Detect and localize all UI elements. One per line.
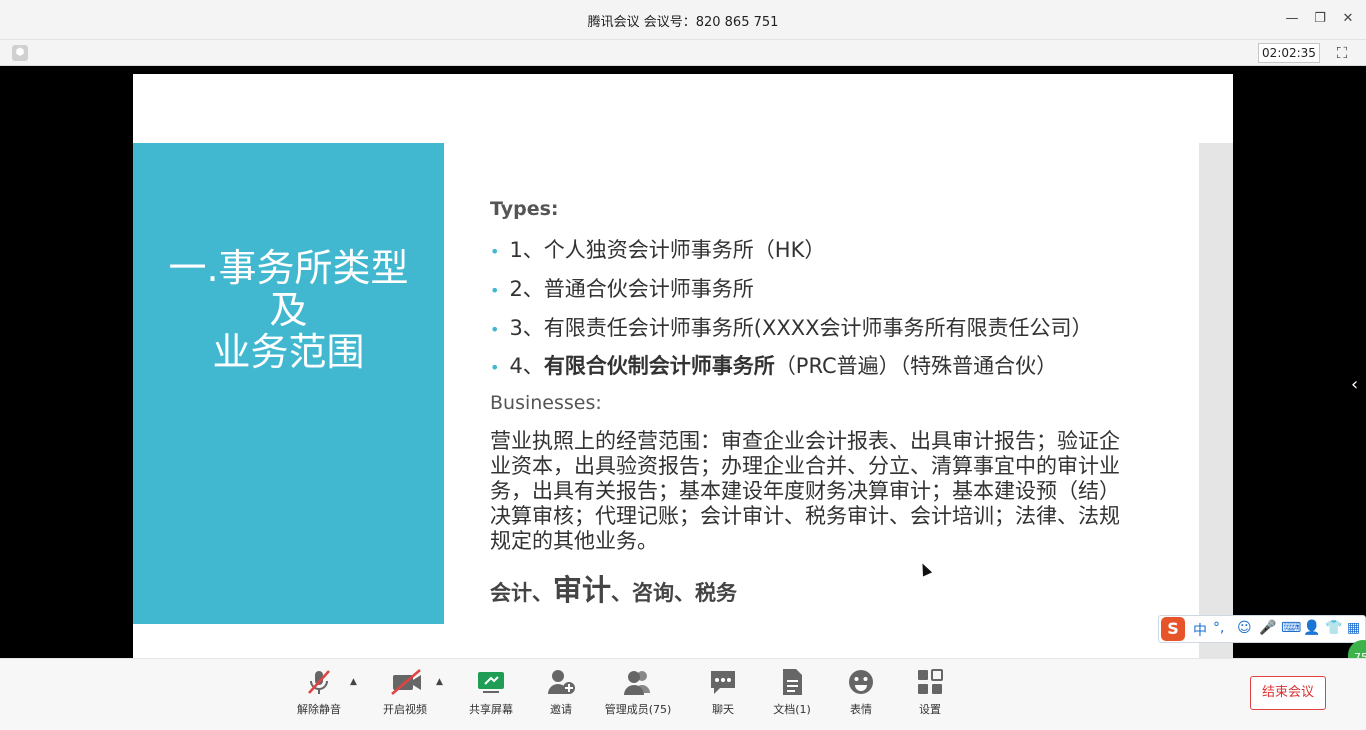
ime-grid-icon[interactable]: ▦ [1347, 620, 1360, 636]
documents-button[interactable]: 文档(1) [752, 667, 832, 717]
meeting-toolbar: 解除静音 ▲ 开启视频 ▲ 共享屏幕 邀请 管理成员(75) 聊天 文档(1) … [0, 658, 1366, 730]
side-title-line3: 业务范围 [212, 330, 365, 374]
mute-options-chevron-icon[interactable]: ▲ [350, 677, 360, 687]
shield-icon[interactable]: ⬢ [12, 45, 28, 61]
video-options-chevron-icon[interactable]: ▲ [436, 677, 446, 687]
add-user-icon [546, 667, 576, 697]
invite-button[interactable]: 邀请 [521, 667, 601, 717]
chat-button[interactable]: 聊天 [683, 667, 763, 717]
slide-edge-strip [1199, 143, 1233, 658]
info-bar: ⬢ 02:02:35 ⛶ [0, 40, 1366, 66]
title-bar: 腾讯会议 会议号：820 865 751 — ❐ ✕ [0, 0, 1366, 40]
ime-mic-icon[interactable]: 🎤 [1259, 620, 1276, 636]
chevron-left-icon[interactable]: ‹ [1351, 374, 1358, 395]
window-title: 腾讯会议 会议号：820 865 751 [587, 15, 779, 30]
type-item: • 4、有限合伙制会计师事务所（PRC普遍）（特殊普通合伙） [490, 354, 1058, 378]
types-heading: Types: [490, 198, 559, 220]
meeting-timer: 02:02:35 [1258, 43, 1320, 63]
businesses-heading: Businesses: [490, 392, 602, 414]
fullscreen-icon[interactable]: ⛶ [1333, 44, 1351, 62]
ime-toolbar[interactable]: S 中 °, ☺ 🎤 ⌨ 👤 👕 ▦ [1158, 615, 1366, 643]
chat-icon [708, 667, 738, 697]
side-title-line2: 及 [269, 288, 308, 332]
smiley-icon [846, 667, 876, 697]
mute-button[interactable]: 解除静音 [279, 667, 359, 717]
ime-keyboard-icon[interactable]: ⌨ [1281, 620, 1301, 636]
businesses-text: 营业执照上的经营范围：审查企业会计报表、出具审计报告；验证企业资本，出具验资报告… [490, 429, 1120, 553]
type-item: • 3、有限责任会计师事务所(XXXX会计师事务所有限责任公司） [490, 316, 1093, 340]
document-icon [777, 667, 807, 697]
close-icon[interactable]: ✕ [1339, 10, 1357, 28]
ime-mode[interactable]: 中 [1193, 620, 1207, 640]
slide-title-panel [133, 143, 444, 624]
settings-button[interactable]: 设置 [890, 667, 970, 717]
slide-side-title: 一.事务所类型 及 业务范围 [133, 247, 444, 373]
type-item: • 1、个人独资会计师事务所（HK） [490, 238, 826, 262]
mic-muted-icon [304, 667, 334, 697]
minimize-icon[interactable]: — [1283, 10, 1301, 28]
share-screen-button[interactable]: 共享屏幕 [451, 667, 531, 717]
ime-emoji-icon[interactable]: ☺ [1237, 620, 1252, 636]
restore-icon[interactable]: ❐ [1311, 10, 1329, 28]
camera-off-icon [390, 667, 421, 697]
share-screen-icon [476, 667, 506, 697]
shared-slide: 一.事务所类型 及 业务范围 Types: • 1、个人独资会计师事务所（HK） … [133, 74, 1233, 658]
sogou-logo-icon[interactable]: S [1161, 617, 1185, 641]
ime-punct[interactable]: °, [1213, 620, 1224, 636]
type-item: • 2、普通合伙会计师事务所 [490, 277, 754, 301]
side-title-line1: 一.事务所类型 [168, 246, 409, 290]
ime-skin-icon[interactable]: 👕 [1325, 620, 1342, 636]
members-icon [623, 667, 653, 697]
ime-user-icon[interactable]: 👤 [1303, 620, 1320, 636]
manage-members-button[interactable]: 管理成员(75) [598, 667, 678, 717]
video-button[interactable]: 开启视频 [365, 667, 445, 717]
end-meeting-button[interactable]: 结束会议 [1250, 676, 1326, 710]
emoji-button[interactable]: 表情 [821, 667, 901, 717]
settings-grid-icon [915, 667, 945, 697]
summary-line: 会计、审计、咨询、税务 [490, 573, 738, 607]
